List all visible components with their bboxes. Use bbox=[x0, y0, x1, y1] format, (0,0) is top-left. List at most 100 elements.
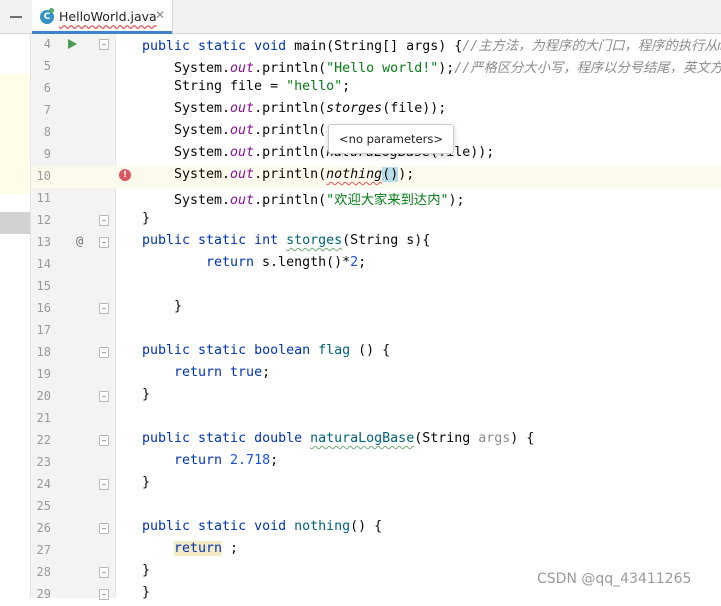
code-token: ; bbox=[270, 453, 279, 468]
code-token: } bbox=[142, 387, 151, 402]
code-line[interactable]: 24} bbox=[31, 474, 721, 496]
code-token: } bbox=[174, 299, 183, 314]
code-text: System.out.println(storges(file)); bbox=[174, 101, 446, 116]
code-token: (String s){ bbox=[342, 233, 431, 248]
code-text: return ; bbox=[174, 541, 238, 556]
line-number: 14 bbox=[36, 257, 51, 271]
code-token: storges bbox=[326, 101, 383, 116]
fold-icon[interactable] bbox=[99, 479, 109, 490]
code-token: String file = bbox=[174, 79, 287, 94]
code-token: (String bbox=[414, 431, 479, 446]
code-line[interactable]: 25 bbox=[31, 496, 721, 518]
code-line[interactable]: 29} bbox=[31, 584, 721, 606]
code-line[interactable]: 10! System.out.println(nothing()); bbox=[31, 166, 721, 188]
code-text: public static void main(String[] args) {… bbox=[142, 35, 721, 54]
code-line[interactable]: 20} bbox=[31, 386, 721, 408]
code-text: System.out.println("欢迎大家来到达内"); bbox=[174, 189, 465, 208]
code-token: //主方法，为程序的大门口，程序的执行从m bbox=[462, 39, 721, 54]
code-token: 2.718 bbox=[230, 453, 271, 468]
code-text: System.out.println("Hello world!");//严格区… bbox=[174, 57, 721, 76]
line-number: 17 bbox=[36, 323, 51, 337]
code-line[interactable]: 21 bbox=[31, 408, 721, 430]
code-token: out bbox=[230, 193, 255, 208]
line-number: 21 bbox=[36, 411, 51, 425]
code-token: naturaLogBase bbox=[310, 431, 415, 446]
strip-highlight bbox=[0, 74, 30, 194]
code-line[interactable]: 22 public static double naturaLogBase(Str… bbox=[31, 430, 721, 452]
code-token: ); bbox=[438, 61, 455, 76]
fold-icon[interactable] bbox=[99, 523, 109, 534]
code-line[interactable]: 23 return 2.718; bbox=[31, 452, 721, 474]
strip-selection bbox=[0, 212, 30, 234]
fold-icon[interactable] bbox=[99, 567, 109, 578]
code-text: } bbox=[142, 475, 150, 490]
code-token: ; bbox=[262, 365, 271, 380]
fold-icon[interactable] bbox=[99, 589, 109, 600]
code-token: ; bbox=[222, 541, 239, 556]
fold-icon[interactable] bbox=[99, 347, 109, 358]
tab-helloworld-java[interactable]: C HelloWorld.java ✕ bbox=[32, 0, 173, 34]
code-line[interactable]: 18 public static boolean flag () { bbox=[31, 342, 721, 364]
line-number: 5 bbox=[43, 59, 51, 73]
fold-icon[interactable] bbox=[99, 215, 109, 226]
line-number: 23 bbox=[36, 455, 51, 469]
fold-icon[interactable] bbox=[99, 39, 109, 50]
code-line[interactable]: 5 System.out.println("Hello world!");//严格… bbox=[31, 56, 721, 78]
code-token: nothing bbox=[294, 519, 351, 534]
code-token: "欢迎大家来到达内" bbox=[326, 193, 449, 208]
code-token: out bbox=[230, 145, 255, 160]
code-line[interactable]: 19 return true; bbox=[31, 364, 721, 386]
code-text: return true; bbox=[174, 365, 270, 380]
line-number: 16 bbox=[36, 301, 51, 315]
line-number: 26 bbox=[36, 521, 51, 535]
code-token: () { bbox=[350, 519, 383, 534]
code-line[interactable]: 14 return s.length()*2; bbox=[31, 254, 721, 276]
code-line[interactable]: 12} bbox=[31, 210, 721, 232]
code-token: //严格区分大小写，程序以分号结尾，英文方 bbox=[454, 61, 721, 76]
code-token: ; bbox=[358, 255, 367, 270]
error-icon[interactable]: ! bbox=[119, 169, 131, 181]
code-token: flag bbox=[318, 343, 351, 358]
code-token: public static double bbox=[142, 431, 311, 446]
run-icon[interactable] bbox=[68, 39, 77, 49]
line-number: 4 bbox=[43, 37, 51, 51]
code-token: storges bbox=[286, 233, 343, 248]
annotation-icon[interactable]: @ bbox=[76, 234, 83, 248]
code-token: .println( bbox=[254, 101, 327, 116]
line-number: 10 bbox=[36, 169, 51, 183]
line-number: 7 bbox=[43, 103, 51, 117]
line-number: 11 bbox=[36, 191, 51, 205]
code-token: .println( bbox=[254, 145, 327, 160]
code-line[interactable]: 4 public static void main(String[] args) … bbox=[31, 34, 721, 56]
code-line[interactable]: 6 String file = "hello"; bbox=[31, 78, 721, 100]
code-line[interactable]: 11 System.out.println("欢迎大家来到达内"); bbox=[31, 188, 721, 210]
code-line[interactable]: 15 bbox=[31, 276, 721, 298]
code-token: .println( bbox=[254, 61, 327, 76]
code-line[interactable]: 13 @ public static int storges(String s){ bbox=[31, 232, 721, 254]
fold-icon[interactable] bbox=[99, 303, 109, 314]
line-number: 12 bbox=[36, 213, 51, 227]
code-text: public static void nothing() { bbox=[142, 519, 382, 534]
code-text: } bbox=[142, 563, 150, 578]
code-token: "hello" bbox=[286, 79, 343, 94]
code-token: public static void bbox=[142, 519, 295, 534]
code-line[interactable]: 27 return ; bbox=[31, 540, 721, 562]
code-line[interactable]: 17 bbox=[31, 320, 721, 342]
code-line[interactable]: 7 System.out.println(storges(file)); bbox=[31, 100, 721, 122]
code-token: main(String[] args) { bbox=[294, 39, 463, 54]
fold-icon[interactable] bbox=[99, 237, 109, 248]
close-icon[interactable]: ✕ bbox=[155, 8, 165, 22]
fold-icon[interactable] bbox=[99, 435, 109, 446]
code-line[interactable]: 16} bbox=[31, 298, 721, 320]
code-token: out bbox=[230, 167, 255, 182]
line-number: 22 bbox=[36, 433, 51, 447]
line-number: 9 bbox=[43, 147, 51, 161]
run-marker-icon bbox=[49, 8, 54, 13]
minimize-icon[interactable] bbox=[10, 16, 22, 18]
code-token: s.length()* bbox=[262, 255, 351, 270]
code-token: public static boolean bbox=[142, 343, 319, 358]
code-token: ; bbox=[342, 79, 351, 94]
code-token: out bbox=[230, 61, 255, 76]
code-line[interactable]: 26 public static void nothing() { bbox=[31, 518, 721, 540]
fold-icon[interactable] bbox=[99, 391, 109, 402]
